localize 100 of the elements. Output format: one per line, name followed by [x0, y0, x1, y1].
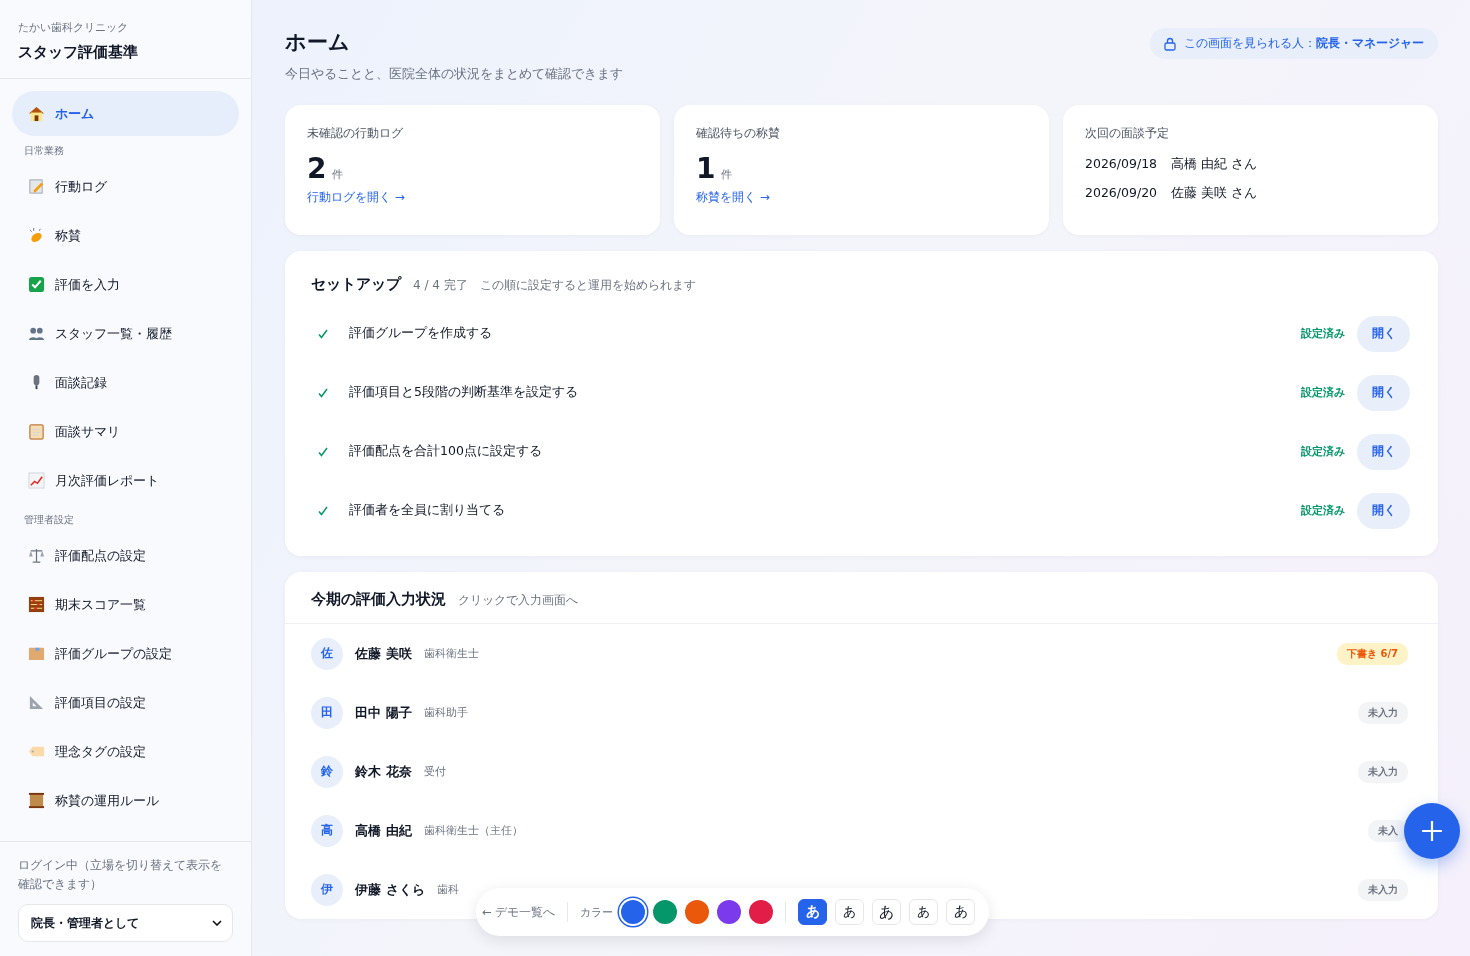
nav-item[interactable]: ホーム	[12, 91, 239, 136]
status-badge: 未入	[1368, 819, 1408, 842]
nav-item[interactable]: 評価グループの設定	[12, 629, 239, 678]
chart-icon	[28, 472, 45, 489]
count-value: 1	[696, 152, 716, 185]
status-badge: 未入力	[1358, 701, 1408, 724]
lock-icon	[1164, 36, 1176, 51]
nav-item[interactable]: 面談サマリ	[12, 407, 239, 456]
staff-name: 鈴木 花奈	[355, 762, 412, 781]
step-status: 設定済み	[1301, 503, 1345, 518]
open-button[interactable]: 開く	[1357, 492, 1410, 529]
section-heading: 日常業務	[23, 144, 65, 158]
count-value: 2	[307, 152, 327, 185]
card-title: 次回の面談予定	[1085, 125, 1170, 142]
box-icon	[28, 645, 45, 662]
initial-avatar: 高	[311, 814, 343, 847]
initial-avatar: 伊	[311, 873, 343, 906]
font-button[interactable]: あ	[798, 899, 828, 925]
balance-scale-icon	[28, 547, 45, 564]
role-select[interactable]: 院長・管理者として	[18, 904, 233, 942]
interview-name: 佐藤 美咲 さん	[1171, 185, 1257, 202]
card-title: 未確認の行動ログ	[307, 125, 404, 142]
clapping-hands-icon	[28, 227, 45, 244]
font-button[interactable]: あ	[909, 899, 939, 925]
interview-date: 2026/09/20	[1085, 185, 1158, 202]
nav-item[interactable]: 面談記録	[12, 358, 239, 407]
page-title: ホーム	[285, 29, 351, 56]
page-subtitle: 今日やることと、医院全体の状況をまとめて確認できます	[285, 66, 623, 83]
font-button[interactable]: あ	[835, 899, 865, 925]
house-icon	[28, 105, 45, 122]
step-status: 設定済み	[1301, 326, 1345, 341]
font-button[interactable]: あ	[946, 899, 976, 925]
card-link[interactable]: 行動ログを開く →	[307, 189, 405, 206]
nav-item[interactable]: 称賛の運用ルール	[12, 776, 239, 825]
scroll-icon	[28, 792, 45, 809]
panel-hint: この順に設定すると運用を始められます	[479, 277, 696, 294]
staff-role: 受付	[423, 764, 447, 779]
initial-avatar: 鈴	[311, 755, 343, 788]
staff-role: 歯科衛生士	[423, 646, 480, 661]
open-button[interactable]: 開く	[1357, 374, 1410, 411]
section-heading: 管理者設定	[23, 513, 75, 527]
nav-item[interactable]: 期末スコア一覧	[12, 580, 239, 629]
setup-step: 評価者を全員に割り当てる	[349, 502, 1301, 519]
clinic-name: たかい歯科クリニック	[18, 20, 129, 35]
count-unit: 件	[332, 167, 344, 182]
nav-item[interactable]: 理念タグの設定	[12, 727, 239, 776]
add-button[interactable]	[1404, 803, 1460, 859]
color-label: カラー	[580, 904, 614, 920]
nav-item[interactable]: 称賛	[12, 211, 239, 260]
staff-name: 高橋 由紀	[355, 821, 412, 840]
setup-step: 評価項目と5段階の判断基準を設定する	[349, 384, 1301, 401]
step-status: 設定済み	[1301, 385, 1345, 400]
back-link[interactable]: ← デモ一覧へ	[482, 904, 556, 920]
panel-title: 今期の評価入力状況	[311, 590, 446, 609]
status-badge: 下書き 6/7	[1336, 642, 1408, 665]
plus-icon	[1421, 820, 1443, 842]
triangle-ruler-icon	[28, 694, 45, 711]
check-box-icon	[28, 276, 45, 293]
color-swatch[interactable]	[717, 900, 742, 924]
staff-name: 佐藤 美咲	[355, 644, 412, 663]
app-title: スタッフ評価基準	[18, 43, 139, 62]
staff-name: 田中 陽子	[355, 703, 412, 722]
setup-step: 評価配点を合計100点に設定する	[349, 443, 1301, 460]
staff-role: 歯科助手	[423, 705, 469, 720]
color-swatch[interactable]	[653, 900, 678, 924]
nav-item[interactable]: 評価配点の設定	[12, 531, 239, 580]
font-button[interactable]: あ	[872, 899, 902, 925]
card-title: 確認待ちの称賛	[696, 125, 781, 142]
status-badge: 未入力	[1358, 760, 1408, 783]
status-badge: 未入力	[1358, 878, 1408, 901]
initial-avatar: 田	[311, 696, 343, 729]
abacus-icon	[28, 596, 45, 613]
initial-avatar: 佐	[311, 637, 343, 670]
interview-name: 高橋 由紀 さん	[1171, 156, 1257, 173]
step-status: 設定済み	[1301, 444, 1345, 459]
color-swatch[interactable]	[621, 900, 646, 924]
open-button[interactable]: 開く	[1357, 315, 1410, 352]
color-swatch[interactable]	[685, 900, 710, 924]
people-icon	[28, 325, 45, 342]
card-link[interactable]: 称賛を開く →	[696, 189, 770, 206]
nav-item[interactable]: スタッフ一覧・履歴	[12, 309, 239, 358]
staff-role: 歯科衛生士（主任）	[423, 823, 524, 838]
interview-date: 2026/09/18	[1085, 156, 1158, 173]
clipboard-icon	[28, 423, 45, 440]
access-text: この画面を見られる人：院長・マネージャー	[1184, 35, 1424, 52]
chevron-down-icon	[212, 920, 222, 926]
setup-step: 評価グループを作成する	[349, 325, 1301, 342]
count-unit: 件	[721, 167, 733, 182]
nav-item[interactable]: 行動ログ	[12, 162, 239, 211]
nav-item[interactable]: 評価を入力	[12, 260, 239, 309]
panel-hint: クリックで入力画面へ	[458, 592, 578, 609]
memo-icon	[28, 178, 45, 195]
open-button[interactable]: 開く	[1357, 433, 1410, 470]
staff-name: 伊藤 さくら	[355, 880, 425, 899]
color-swatch[interactable]	[749, 900, 774, 924]
nav-item[interactable]: 月次評価レポート	[12, 456, 239, 505]
panel-title: セットアップ	[311, 275, 401, 294]
login-note: ログイン中（立場を切り替えて表示を確認できます）	[18, 856, 223, 893]
completed-count: 4 / 4 完了	[413, 277, 468, 294]
nav-item[interactable]: 評価項目の設定	[12, 678, 239, 727]
